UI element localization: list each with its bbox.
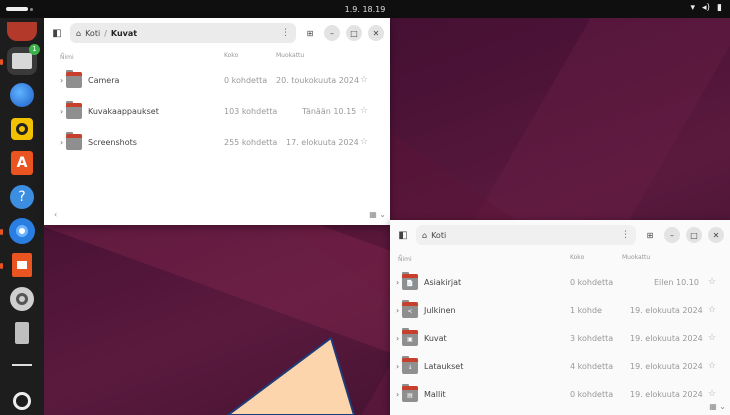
mouse-pointer-icon bbox=[226, 336, 356, 415]
